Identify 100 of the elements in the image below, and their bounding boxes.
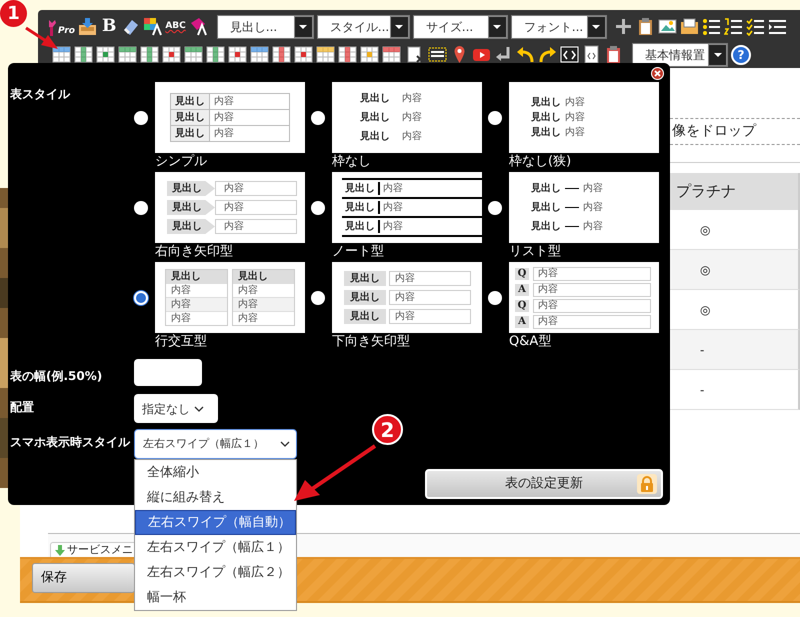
step-number: 1 xyxy=(0,0,27,27)
help-button[interactable]: ? xyxy=(731,44,751,64)
preview-heading: 見出し xyxy=(531,220,561,233)
style-preview[interactable]: 見出し 内容 見出し 内容 見出し 内容 xyxy=(332,172,482,243)
align-select[interactable]: 指定なし xyxy=(134,394,218,423)
field-label: 表の幅(例.50%) xyxy=(10,368,104,385)
preview-heading: 見出し xyxy=(344,290,386,305)
dropdown-option[interactable]: 幅一杯 xyxy=(135,585,296,610)
preview-text: 内容 xyxy=(215,219,297,234)
field-label: 配置 xyxy=(10,399,35,416)
preview-heading: 見出し xyxy=(171,126,210,141)
style-name: 枠なし(狭) xyxy=(509,153,572,171)
preview-heading: 見出し xyxy=(360,92,391,105)
style-preview[interactable]: 見出し 内容 見出し 内容 見出し 内容 xyxy=(332,262,482,333)
preview-heading: 見出し xyxy=(167,181,215,196)
spellcheck-button[interactable]: ABC xyxy=(165,22,186,31)
style-preview[interactable]: Q 内容 A 内容 Q 内容 A 内容 xyxy=(509,262,659,333)
style-name: シンプル xyxy=(155,153,208,171)
preview-heading: 見出し xyxy=(167,219,215,234)
preview-text: 内容 xyxy=(215,200,297,215)
style-preview[interactable]: 見出し 内容 内容 内容 見出し 内容 内容 内容 xyxy=(155,262,305,333)
preview-text: 内容 xyxy=(583,220,603,233)
dropdown-option[interactable]: 縦に組み替え xyxy=(135,485,296,510)
preview-heading: 見出し xyxy=(166,270,227,283)
preview-text: 内容 xyxy=(583,182,603,195)
preview-heading: 見出し xyxy=(171,110,210,125)
dropdown-option[interactable]: 全体縮小 xyxy=(135,460,296,485)
toolbar-select[interactable]: 見出し... xyxy=(216,14,314,38)
preview-heading: 見出し xyxy=(531,126,562,139)
pro-button[interactable]: Pro xyxy=(46,18,75,36)
style-name: 枠なし xyxy=(332,153,372,171)
position-select[interactable]: 基本情報置 xyxy=(632,42,728,66)
style-preview[interactable]: 見出し 内容 見出し 内容 見出し 内容 xyxy=(509,172,659,243)
save-button[interactable]: 保存 xyxy=(32,563,135,593)
preview-text: 内容 xyxy=(533,282,651,296)
preview-text: 内容 xyxy=(533,314,651,328)
preview-text: 内容 xyxy=(213,126,235,141)
preview-text: 内容 xyxy=(213,110,235,125)
preview-heading: 見出し xyxy=(344,309,386,324)
style-name: 行交互型 xyxy=(155,333,208,351)
table-header: プラチナ xyxy=(670,173,800,210)
preview-heading: Q xyxy=(515,300,529,312)
preview-heading: 見出し xyxy=(360,130,391,143)
preview-text: 内容 xyxy=(565,111,585,124)
preview-text: 内容 xyxy=(389,271,471,286)
mobile-style-select[interactable]: 左右スワイプ（幅広１） xyxy=(134,429,297,459)
preview-heading: 見出し xyxy=(344,201,376,214)
preview-heading: Q xyxy=(515,268,529,280)
preview-text: 内容 xyxy=(213,94,235,109)
preview-heading: 見出し xyxy=(167,200,215,215)
preview-heading: 見出し xyxy=(531,201,561,214)
toolbar-select[interactable]: フォント... xyxy=(510,14,607,38)
style-name: ノート型 xyxy=(332,243,385,261)
preview-text: 内容 xyxy=(402,130,422,143)
preview-heading: 見出し xyxy=(344,182,376,195)
preview-text: 内容 xyxy=(533,298,651,312)
preview-text: 内容 xyxy=(233,311,294,325)
preview-heading: A xyxy=(515,316,529,328)
field-label: 表スタイル xyxy=(10,86,72,103)
preview-heading: 見出し xyxy=(171,94,210,109)
preview-text: 内容 xyxy=(389,290,471,305)
preview-heading: 見出し xyxy=(531,96,562,109)
field-label: スマホ表示時スタイル xyxy=(10,434,132,451)
preview-heading: A xyxy=(515,284,529,296)
preview-heading: 見出し xyxy=(344,271,386,286)
preview-heading: 見出し xyxy=(531,182,561,195)
toolbar-select[interactable]: サイズ... xyxy=(412,14,508,38)
preview-text: 内容 xyxy=(389,309,471,324)
table-cell: ◎ xyxy=(670,250,800,290)
dropdown-option[interactable]: 左右スワイプ（幅広２） xyxy=(135,560,296,585)
style-name: リスト型 xyxy=(509,243,562,261)
preview-text: 内容 xyxy=(533,266,651,280)
preview-heading: 見出し xyxy=(344,220,376,233)
preview-text: 内容 xyxy=(565,126,585,139)
preview-text: 内容 xyxy=(378,182,403,195)
preview-text: 内容 xyxy=(402,92,422,105)
preview-heading: 見出し xyxy=(233,270,294,283)
bold-button[interactable]: B xyxy=(100,18,118,35)
preview-text: 内容 xyxy=(166,297,227,311)
dropdown-option[interactable]: 左右スワイプ（幅広１） xyxy=(135,535,296,560)
preview-text: 内容 xyxy=(378,220,403,233)
update-button[interactable]: 表の設定更新 xyxy=(425,469,663,499)
style-preview[interactable]: 見出し 内容 見出し 内容 見出し 内容 xyxy=(509,82,659,153)
style-name: Q&A型 xyxy=(509,333,552,351)
style-preview[interactable]: 見出し 内容 見出し 内容 見出し 内容 xyxy=(155,82,305,153)
preview-text: 内容 xyxy=(166,311,227,325)
dropdown-option[interactable]: 左右スワイプ（幅自動） xyxy=(135,510,296,535)
preview-text: 内容 xyxy=(378,201,403,214)
preview-text: 内容 xyxy=(565,96,585,109)
preview-text: 内容 xyxy=(233,297,294,311)
style-name: 右向き矢印型 xyxy=(155,243,234,261)
style-name: 下向き矢印型 xyxy=(332,333,411,351)
style-preview[interactable]: 見出し 内容 見出し 内容 見出し 内容 xyxy=(155,172,305,243)
style-preview[interactable]: 見出し 内容 見出し 内容 見出し 内容 xyxy=(332,82,482,153)
preview-heading: 見出し xyxy=(360,111,391,124)
preview-heading: 見出し xyxy=(531,111,562,124)
toolbar-select[interactable]: スタイル... xyxy=(316,14,410,38)
preview-text: 内容 xyxy=(583,201,603,214)
preview-text: 内容 xyxy=(402,111,422,124)
table-cell: - xyxy=(670,330,800,370)
